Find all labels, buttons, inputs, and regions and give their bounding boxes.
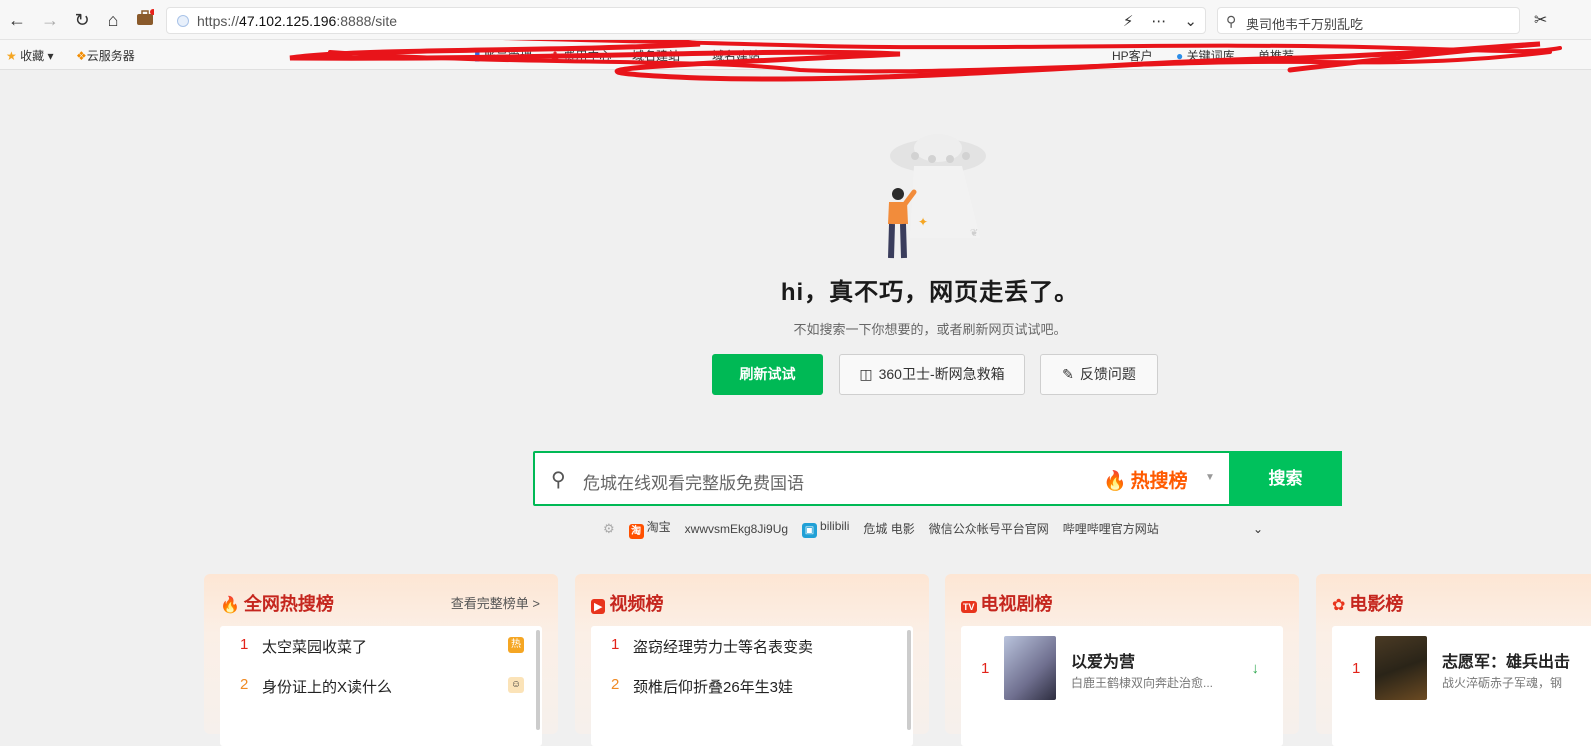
bookmark-item[interactable]: ▮ 账号管理 [474,47,532,64]
taobao-icon: 淘 [628,524,644,539]
quick-links: ⚙ 淘淘宝 xwwvsmEkg8Ji9Ug ▣ bilibili 危城 电影 微信… [603,518,1263,539]
error-subtext: 不如搜索一下你想要的，或者刷新网页试试吧。 [793,322,1067,337]
list-item[interactable]: 1 以爱为营 白鹿王鹤棣双向奔赴治愈... ↓ [977,636,1299,700]
caret-down-icon[interactable]: ▼ [1205,472,1215,483]
video-card: ▶ 视频榜 1 盗窃经理劳力士等名表变卖 2 颈椎后仰折叠26年生3娃 [575,574,929,746]
tv-series-card: TV 电视剧榜 1 以爱为营 白鹿王鹤棣双向奔赴治愈... ↓ [945,574,1299,746]
home-icon[interactable]: ⌂ [102,9,124,31]
redaction-scribble [289,40,1562,82]
ufo-illustration: ✦ ❦ [888,134,986,259]
bookmark-item[interactable]: 单推荐 [1258,47,1294,64]
card-title: TV 电视剧榜 [961,594,1053,614]
reload-icon[interactable]: ↻ [71,9,93,31]
browser-toolbar: ← → ↻ ⌂ https://47.102.125.196:8888/site… [0,0,1591,40]
gear-icon[interactable]: ⚙ [603,521,615,537]
search-icon: ⚲ [551,469,566,491]
chevron-down-icon[interactable]: ⌄ [1184,12,1197,30]
error-heading: hi，真不巧，网页走丢了。 [780,279,1080,306]
site-info-icon[interactable] [177,15,189,27]
play-icon: ▶ [591,599,606,614]
emoji-badge-icon: ☺ [508,677,524,693]
bookmark-item[interactable]: ● 关键词库 [1176,47,1235,64]
quick-link-taobao[interactable]: 淘淘宝 [628,518,671,539]
bilibili-icon: ▣ [802,523,818,538]
list-item[interactable]: 1 盗窃经理劳力士等名表变卖 [591,626,913,662]
chevron-down-icon[interactable]: ⌄ [1253,522,1263,536]
card-list: 1 盗窃经理劳力士等名表变卖 2 颈椎后仰折叠26年生3娃 [591,626,913,746]
card-title: ▶ 视频榜 [591,590,663,616]
search-bar: ⚲ 危城在线观看完整版免费国语 🔥 热搜榜 ▼ 搜索 [533,451,1342,506]
bookmark-item[interactable]: ✿ 费用中心 [550,47,611,64]
bookmark-item[interactable]: 域名建站 [632,47,680,64]
flame-icon: 🔥 [1103,471,1127,492]
flame-icon: 🔥 [220,597,240,614]
card-list: 1 以爱为营 白鹿王鹤棣双向奔赴治愈... ↓ [961,626,1283,746]
edit-icon: ✎ [1062,366,1074,382]
refresh-button[interactable]: 刷新试试 [712,354,823,395]
poster-image [1375,636,1427,700]
svg-text:❦: ❦ [970,228,978,239]
quick-link[interactable]: 危城 电影 [863,520,914,537]
hot-badge: 热 [508,637,524,653]
tv-icon: TV [961,601,977,613]
view-full-list-link[interactable]: 查看完整榜单 > [451,593,540,612]
url-text: https://47.102.125.196:8888/site [197,13,398,29]
star-icon: ★ [6,49,17,63]
list-item[interactable]: 1 太空菜园收菜了 热 [220,626,542,662]
list-item[interactable]: 1 志愿军：雄兵出击 战火淬砺赤子军魂，钢 [1348,636,1591,700]
movie-card: ✿ 电影榜 1 志愿军：雄兵出击 战火淬砺赤子军魂，钢 [1316,574,1591,746]
feedback-button[interactable]: ✎ 反馈问题 [1040,354,1158,395]
quick-link[interactable]: xwwvsmEkg8Ji9Ug [685,522,788,536]
card-title: ✿ 电影榜 [1332,594,1404,614]
browser-search-text: 奥司他韦千万别乱吃 [1246,17,1364,32]
scissors-icon[interactable]: ✂ [1534,10,1547,30]
more-icon[interactable]: ⋯ [1151,12,1166,30]
svg-text:✦: ✦ [918,215,928,229]
bookmark-favorites[interactable]: ★ 收藏 ▾ [6,47,53,64]
browser-search-box[interactable]: ⚲ 奥司他韦千万别乱吃 [1217,7,1520,34]
search-icon: ⚲ [1226,13,1237,29]
card-title: 🔥 全网热搜榜 [220,594,334,614]
back-icon[interactable]: ← [6,9,28,31]
hot-search-card: 🔥 全网热搜榜 查看完整榜单 > 1 太空菜园收菜了 热 2 身份证上的X读什么 … [204,574,558,746]
search-button[interactable]: 搜索 [1229,451,1342,506]
lightning-icon[interactable]: ⚡ [1123,12,1134,30]
scrollbar[interactable] [536,630,540,730]
bookmark-item[interactable]: HP客户 [1112,47,1153,64]
list-item[interactable]: 2 颈椎后仰折叠26年生3娃 [591,666,913,702]
scrollbar[interactable] [907,630,911,730]
briefcase-icon[interactable] [134,9,156,31]
list-item[interactable]: 2 身份证上的X读什么 ☺ [220,666,542,702]
film-reel-icon: ✿ [1332,597,1346,614]
search-input[interactable]: 危城在线观看完整版免费国语 [583,469,804,494]
bookmark-item[interactable]: ❖云服务器 [76,47,135,64]
poster-image [1004,636,1056,700]
bookmark-item[interactable]: 域名建站 [712,47,760,64]
quick-link-bilibili[interactable]: ▣ bilibili [802,519,849,538]
network-rescue-button[interactable]: ◫ 360卫士-断网急救箱 [839,354,1025,395]
hot-search-dropdown[interactable]: 🔥 热搜榜 [1103,466,1192,493]
bookmarks-bar: ★ 收藏 ▾ ❖云服务器 ▮ 账号管理 ✿ 费用中心 域名建站 域名建站 HP客… [0,40,1591,82]
arrow-down-icon: ↓ [1251,660,1260,677]
first-aid-icon: ◫ [859,366,873,382]
card-list: 1 志愿军：雄兵出击 战火淬砺赤子军魂，钢 [1332,626,1591,746]
card-list: 1 太空菜园收菜了 热 2 身份证上的X读什么 ☺ [220,626,542,746]
quick-link[interactable]: 微信公众帐号平台官网 [929,520,1049,537]
quick-link[interactable]: 哔哩哔哩官方网站 [1063,520,1159,537]
forward-icon[interactable]: → [39,9,61,31]
address-bar[interactable]: https://47.102.125.196:8888/site ⚡ ⋯ ⌄ [166,7,1206,34]
